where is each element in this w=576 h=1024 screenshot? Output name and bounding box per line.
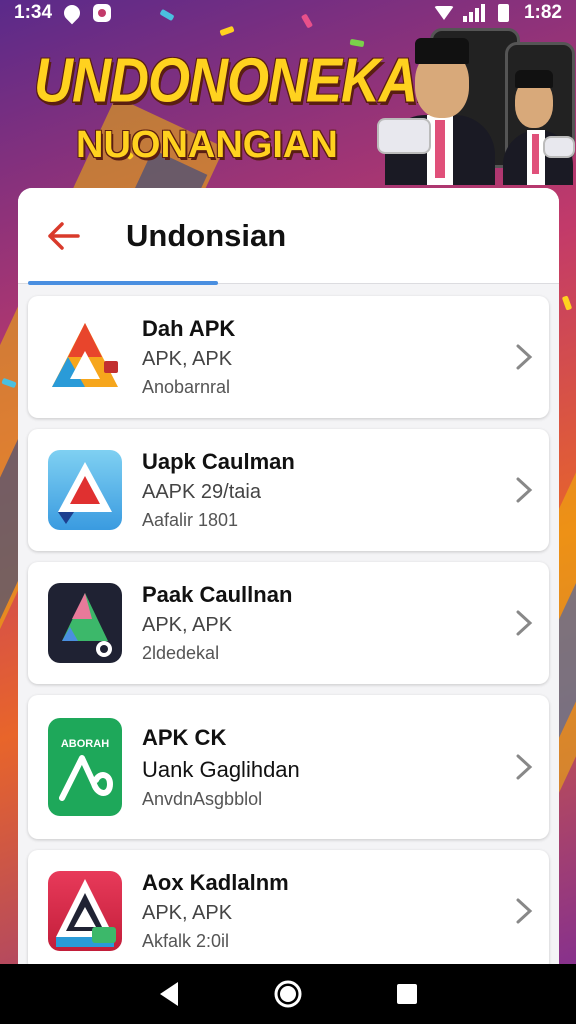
triangle-back-icon (160, 982, 179, 1006)
list-item-app[interactable]: Uapk Caulman AAPK 29/taia Aafalir 1801 (28, 429, 549, 551)
app-subtitle: Uank Gaglihdan (142, 756, 300, 782)
dark-a-icon (48, 583, 122, 663)
list-item-app[interactable]: Aox Kadlalnm APK, APK Akfalk 2:0il (28, 850, 549, 972)
list-item-app[interactable]: ABORAH APK CK Uank Gaglihdan AnvdnAsgbbl… (28, 695, 549, 839)
app-title: Dah APK (142, 316, 236, 341)
app-subtitle: AAPK 29/taia (142, 481, 261, 503)
app-subtitle: APK, APK (142, 614, 233, 636)
app-meta: AnvdnAsgbblol (142, 788, 263, 809)
app-meta: Akfalk 2:0il (142, 931, 230, 951)
app-title: APK CK (142, 724, 227, 750)
circle-home-icon (274, 980, 302, 1008)
app-meta: Aafalir 1801 (142, 510, 239, 530)
page-title: Undonsian (126, 217, 287, 253)
green-abrah-icon: ABORAH (48, 718, 122, 816)
list-item-app[interactable]: Dah APK APK, APK Anobarnral (28, 296, 549, 418)
chevron-right-icon (516, 344, 533, 370)
multicolor-a-icon (48, 317, 122, 397)
app-subtitle: APK, APK (142, 348, 233, 370)
list-item-app[interactable]: Paak Caullnan APK, APK 2ldedekal (28, 562, 549, 684)
app-title: Paak Caullnan (142, 582, 293, 607)
status-time: 1:34 (14, 2, 53, 23)
nav-back-button[interactable] (149, 974, 189, 1014)
square-recents-icon (396, 984, 417, 1004)
chevron-right-icon (516, 610, 533, 636)
app-list-card: Undonsian Dah APK APK, APK Anobarnral Ua… (18, 188, 559, 988)
back-button[interactable] (18, 188, 108, 284)
red-a-icon (48, 871, 122, 951)
app-subtitle: APK, APK (142, 902, 233, 924)
chevron-right-icon (516, 754, 533, 780)
red-a-on-blue-icon (48, 450, 122, 530)
nav-home-button[interactable] (268, 974, 308, 1014)
promo-banner[interactable]: UNDONONEKAN NUONANGIAN (0, 28, 576, 195)
app-title: Uapk Caulman (142, 449, 295, 474)
app-notification-icon (92, 3, 112, 23)
back-arrow-icon (48, 221, 80, 250)
banner-subtitle: NUONANGIAN (76, 124, 338, 166)
nav-recents-button[interactable] (387, 974, 427, 1014)
banner-person-illustration (375, 20, 575, 185)
app-meta: Anobarnral (142, 377, 231, 397)
chevron-right-icon (516, 898, 533, 924)
chevron-right-icon (516, 477, 533, 503)
system-nav-bar (0, 964, 576, 1024)
app-bar: Undonsian (18, 188, 559, 285)
app-list: Dah APK APK, APK Anobarnral Uapk Caulman… (18, 284, 559, 972)
app-meta: 2ldedekal (142, 643, 220, 663)
location-pin-icon (60, 1, 84, 25)
app-title: Aox Kadlalnm (142, 870, 289, 895)
tab-indicator (28, 281, 218, 285)
